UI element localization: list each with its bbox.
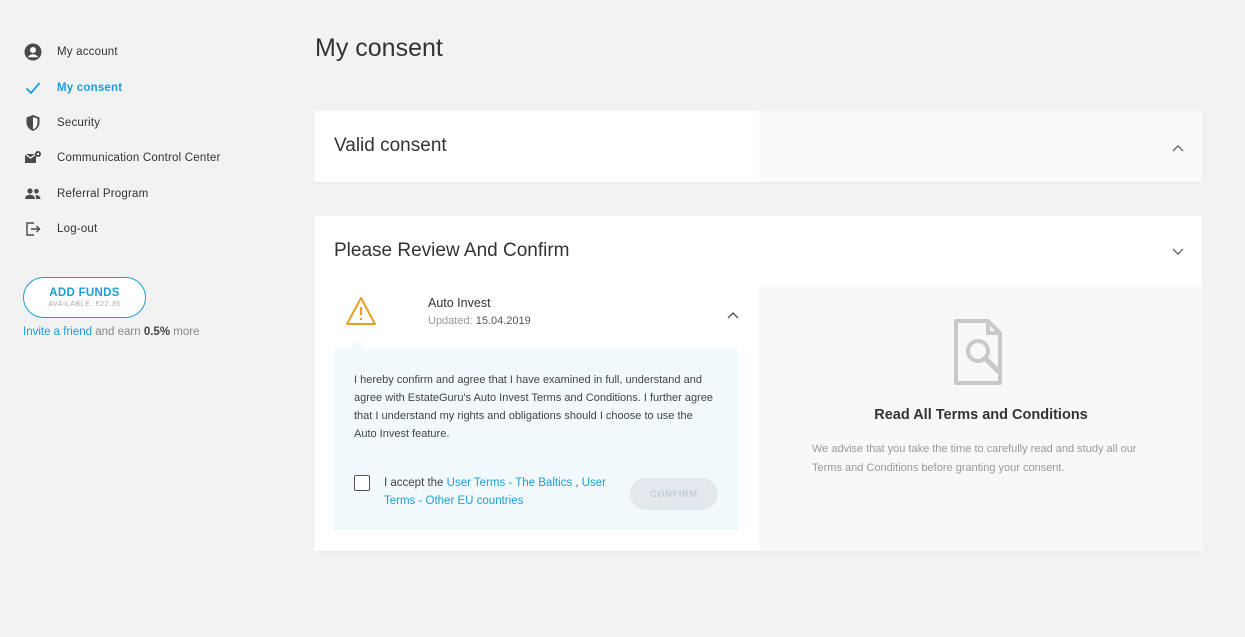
invite-middle: and earn <box>92 326 144 338</box>
chevron-down-icon[interactable] <box>1170 244 1186 260</box>
sidebar-item-referral[interactable]: Referral Program <box>23 182 148 206</box>
review-confirm-card: Please Review And Confirm Auto Invest Up… <box>314 216 1203 551</box>
review-confirm-title: Please Review And Confirm <box>334 240 570 261</box>
available-balance: AVAILABLE: €22.36 <box>48 301 121 308</box>
accept-prefix: I accept the <box>384 477 447 489</box>
chevron-up-icon[interactable] <box>725 307 741 323</box>
sidebar: My account My consent Security Communica… <box>0 0 290 637</box>
invite-text: Invite a friend and earn 0.5% more <box>23 326 199 338</box>
add-funds-button[interactable]: ADD FUNDS AVAILABLE: €22.36 <box>23 277 146 318</box>
accept-checkbox[interactable] <box>354 475 370 491</box>
terms-info-panel: Read All Terms and Conditions We advise … <box>759 287 1203 551</box>
sidebar-item-label: Log-out <box>57 223 98 235</box>
item-name: Auto Invest <box>428 296 491 310</box>
valid-consent-right-panel <box>759 111 1202 182</box>
check-icon <box>23 78 43 98</box>
terms-info-text: We advise that you take the time to care… <box>812 443 1137 474</box>
account-circle-icon <box>23 42 43 62</box>
warning-icon <box>345 296 377 331</box>
sidebar-item-label: Communication Control Center <box>57 152 221 164</box>
sidebar-item-communication[interactable]: Communication Control Center <box>23 146 220 170</box>
consent-box-notch <box>349 341 365 349</box>
chevron-up-icon[interactable] <box>1170 140 1186 156</box>
sidebar-item-label: My consent <box>57 82 123 94</box>
sidebar-item-label: Referral Program <box>57 188 149 200</box>
confirm-button[interactable]: CONFIRM <box>630 478 718 510</box>
invite-percent: 0.5% <box>143 326 171 338</box>
valid-consent-title: Valid consent <box>334 135 447 156</box>
updated-label: Updated: <box>428 315 473 327</box>
people-icon <box>23 184 43 204</box>
sidebar-item-my-consent[interactable]: My consent <box>23 76 122 100</box>
consent-text: I hereby confirm and agree that I have e… <box>354 374 713 440</box>
consent-box: I hereby confirm and agree that I have e… <box>334 341 738 530</box>
invite-friend-link[interactable]: Invite a friend <box>23 326 92 338</box>
valid-consent-card[interactable]: Valid consent <box>314 111 1202 182</box>
sidebar-item-logout[interactable]: Log-out <box>23 217 97 241</box>
sidebar-item-label: My account <box>57 46 118 58</box>
invite-suffix: more <box>170 326 200 338</box>
shield-icon <box>23 113 43 133</box>
document-search-icon <box>952 317 1008 392</box>
auto-invest-item-header[interactable]: Auto Invest Updated: 15.04.2019 <box>334 287 758 349</box>
terms-info-title: Read All Terms and Conditions <box>874 407 1088 423</box>
sidebar-item-my-account[interactable]: My account <box>23 40 118 64</box>
logout-icon <box>23 219 43 239</box>
terms-separator: , <box>572 477 582 489</box>
page-title: My consent <box>315 34 443 62</box>
item-updated: Updated: 15.04.2019 <box>428 315 531 327</box>
terms-baltics-link[interactable]: User Terms - The Baltics <box>447 477 572 489</box>
updated-date: 15.04.2019 <box>475 315 531 327</box>
sidebar-item-label: Security <box>57 117 101 129</box>
accept-label: I accept the User Terms - The Baltics , … <box>384 474 624 510</box>
sidebar-item-security[interactable]: Security <box>23 111 100 135</box>
mail-settings-icon <box>23 148 43 168</box>
add-funds-label: ADD FUNDS <box>49 287 120 299</box>
